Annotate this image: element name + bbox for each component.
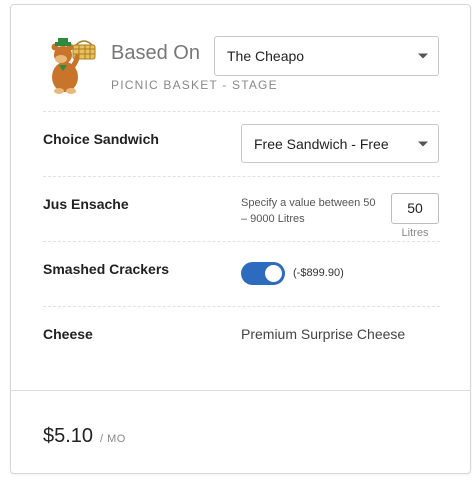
configuration-card: Based On The Cheapo PICNIC BASKET - STAG… [10, 4, 471, 474]
divider [43, 241, 440, 242]
bear-with-picnic-basket-icon [51, 38, 96, 94]
based-on-label: Based On [111, 42, 200, 64]
sandwich-select[interactable]: Free Sandwich - Free [241, 124, 439, 163]
option-label-cheese: Cheese [43, 326, 93, 342]
smashed-crackers-price: (-$899.90) [293, 267, 344, 279]
smashed-crackers-toggle[interactable] [241, 262, 285, 285]
chevron-down-icon [418, 53, 428, 59]
sandwich-select-value: Free Sandwich - Free [254, 135, 389, 152]
option-label-jus-ensache: Jus Ensache [43, 196, 129, 212]
total-price: $5.10 [43, 425, 94, 447]
divider [43, 176, 440, 177]
divider [43, 306, 440, 307]
plan-select-value: The Cheapo [227, 48, 305, 64]
jus-ensache-input[interactable]: 50 [391, 193, 439, 224]
card-header: Based On The Cheapo PICNIC BASKET - STAG… [11, 5, 470, 111]
cheese-value: Premium Surprise Cheese [241, 326, 406, 342]
plan-subtitle: PICNIC BASKET - STAGE [111, 78, 278, 92]
option-label-choice-sandwich: Choice Sandwich [43, 131, 159, 147]
footer-separator [11, 390, 470, 391]
chevron-down-icon [418, 141, 428, 146]
option-label-smashed-crackers: Smashed Crackers [43, 261, 170, 277]
jus-ensache-hint: Specify a value between 50 – 9000 Litres [241, 197, 376, 225]
toggle-knob [265, 265, 282, 282]
price-period: / MO [100, 433, 126, 445]
plan-select[interactable]: The Cheapo [214, 36, 439, 76]
divider [43, 111, 440, 112]
jus-ensache-unit: Litres [401, 227, 429, 239]
